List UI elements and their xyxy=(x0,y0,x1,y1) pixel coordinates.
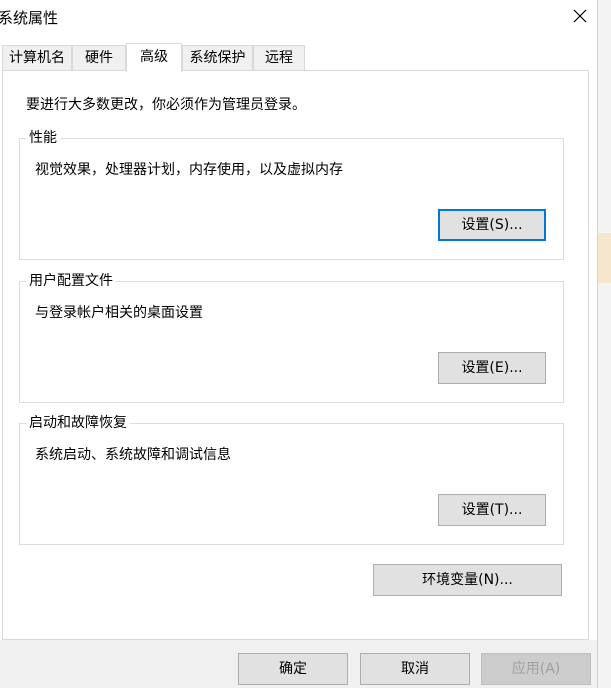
user-profiles-group: 用户配置文件 与登录帐户相关的桌面设置 xyxy=(19,272,564,403)
ok-button[interactable]: 确定 xyxy=(238,653,348,685)
dialog-footer: 确定 取消 应用(A) xyxy=(0,640,597,688)
cancel-button[interactable]: 取消 xyxy=(360,653,470,685)
tab-remote[interactable]: 远程 xyxy=(253,45,305,71)
startup-recovery-title: 启动和故障恢复 xyxy=(26,414,130,432)
close-icon xyxy=(573,9,586,23)
user-profiles-description: 与登录帐户相关的桌面设置 xyxy=(35,305,203,321)
performance-group: 性能 视觉效果，处理器计划，内存使用，以及虚拟内存 xyxy=(19,129,564,260)
background-accent-strip xyxy=(598,233,611,283)
user-profiles-settings-button[interactable]: 设置(E)... xyxy=(438,352,546,384)
admin-notice: 要进行大多数更改，你必须作为管理员登录。 xyxy=(26,97,306,113)
startup-recovery-settings-button[interactable]: 设置(T)... xyxy=(438,494,546,526)
performance-description: 视觉效果，处理器计划，内存使用，以及虚拟内存 xyxy=(35,162,343,178)
startup-recovery-description: 系统启动、系统故障和调试信息 xyxy=(35,447,231,463)
user-profiles-title: 用户配置文件 xyxy=(26,272,116,290)
tab-advanced[interactable]: 高级 xyxy=(126,43,182,72)
system-properties-dialog: 系统属性 计算机名 硬件 高级 系统保护 远程 要进行大多数更改，你必须作为管理… xyxy=(0,0,597,688)
tab-hardware[interactable]: 硬件 xyxy=(72,45,126,71)
tab-system-protection[interactable]: 系统保护 xyxy=(182,45,253,71)
startup-recovery-group: 启动和故障恢复 系统启动、系统故障和调试信息 xyxy=(19,414,564,545)
window-title: 系统属性 xyxy=(0,9,59,27)
close-button[interactable] xyxy=(562,0,597,32)
background-window-edge xyxy=(597,0,611,688)
performance-title: 性能 xyxy=(26,129,60,147)
environment-variables-button[interactable]: 环境变量(N)... xyxy=(373,564,562,596)
title-bar: 系统属性 xyxy=(0,0,597,34)
apply-button[interactable]: 应用(A) xyxy=(481,653,591,685)
performance-settings-button[interactable]: 设置(S)... xyxy=(438,209,546,241)
tab-computer-name[interactable]: 计算机名 xyxy=(2,45,72,71)
